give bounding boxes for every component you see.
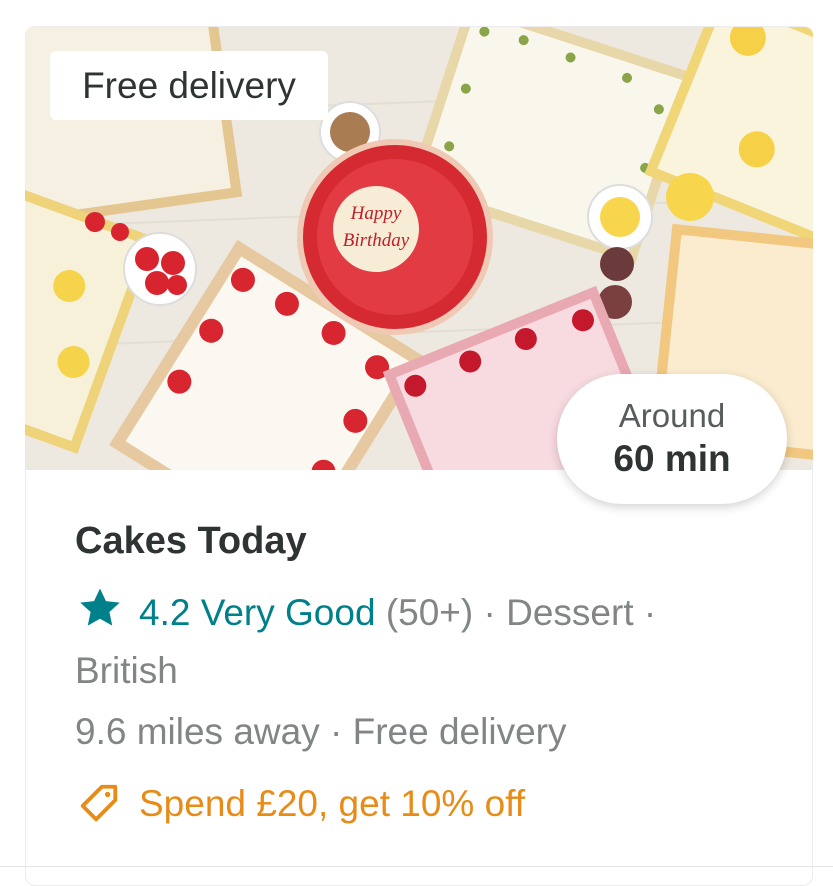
review-count: (50+) [385,592,474,633]
separator: · [330,711,343,752]
cuisine-dessert: Dessert [506,592,634,633]
restaurant-meta: 4.2 Very Good (50+) · Dessert · British [75,584,755,700]
cake-text-line2: Birthday [343,230,410,251]
restaurant-name[interactable]: Cakes Today [75,520,307,563]
eta-label: Around [618,397,726,435]
cake-text-line1: Happy [350,203,402,224]
distance-text: 9.6 miles away [75,711,320,752]
tag-icon [80,784,118,822]
separator: · [483,592,496,633]
offer-text: Spend £20, get 10% off [139,783,526,824]
free-delivery-badge: Free delivery [50,51,328,120]
cuisine-british: British [75,650,178,691]
divider [0,866,833,867]
distance-delivery-line: 9.6 miles away · Free delivery [75,711,566,753]
separator: · [643,592,657,633]
star-icon [80,588,120,626]
delivery-fee-text: Free delivery [352,711,567,752]
delivery-eta-pill: Around 60 min [557,374,787,504]
offer-line: Spend £20, get 10% off [75,781,525,827]
rating-text: 4.2 Very Good [139,592,376,633]
eta-value: 60 min [613,437,731,479]
